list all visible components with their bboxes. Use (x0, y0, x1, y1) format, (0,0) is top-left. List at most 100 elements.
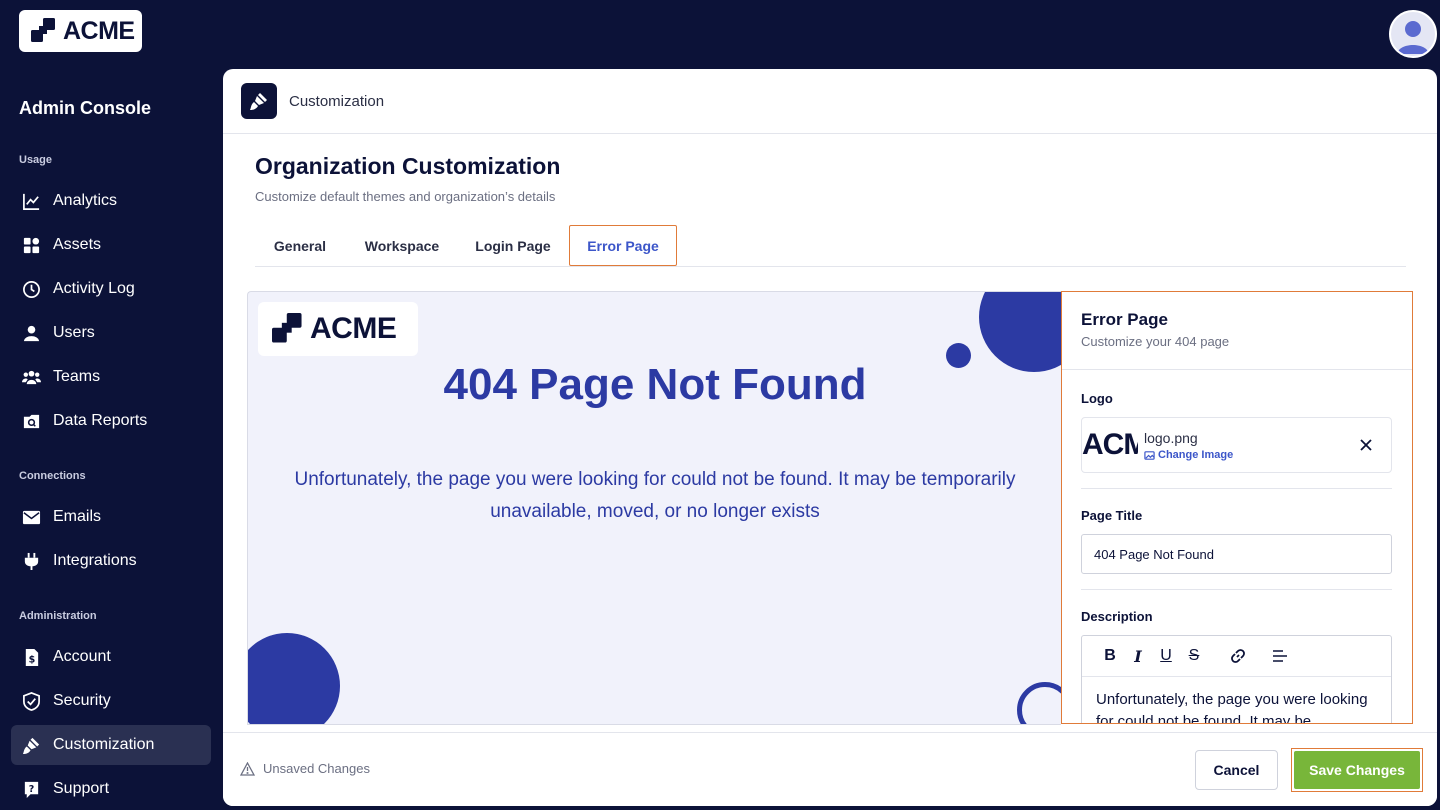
sidebar-item-users[interactable]: Users (11, 313, 211, 353)
bold-button[interactable]: B (1096, 642, 1124, 670)
remove-logo-button[interactable] (1355, 434, 1377, 456)
sidebar-item-analytics[interactable]: Analytics (11, 181, 211, 221)
tab-bar: General Workspace Login Page Error Page (255, 225, 1406, 267)
divider (1081, 589, 1392, 590)
team-icon (21, 367, 41, 387)
sidebar-item-label: Emails (53, 508, 102, 525)
header-title: Customization (289, 92, 385, 110)
brush-icon (21, 735, 41, 755)
svg-text:?: ? (28, 783, 34, 794)
brand-logo[interactable]: ACME (19, 10, 142, 52)
sidebar-item-account[interactable]: $ Account (11, 637, 211, 677)
error-page-settings: Error Page Customize your 404 page Logo … (1061, 291, 1413, 724)
align-left-icon (1273, 650, 1287, 662)
description-text: Unfortunately, the page you were looking… (1096, 691, 1368, 724)
mail-icon (21, 507, 41, 527)
sidebar-item-label: Users (53, 324, 95, 341)
page-title: Organization Customization (255, 153, 561, 179)
tab-workspace[interactable]: Workspace (353, 225, 451, 266)
settings-subtitle: Customize your 404 page (1081, 334, 1230, 349)
sidebar-item-security[interactable]: Security (11, 681, 211, 721)
sidebar-item-label: Support (53, 780, 110, 797)
cancel-button[interactable]: Cancel (1195, 750, 1278, 790)
page-title-label: Page Title (1081, 508, 1143, 523)
sidebar-item-activity-log[interactable]: Activity Log (11, 269, 211, 309)
logo-filename: logo.png (1144, 430, 1198, 446)
tab-login-page[interactable]: Login Page (461, 225, 565, 266)
save-changes-button[interactable]: Save Changes (1291, 748, 1423, 792)
strikethrough-button[interactable]: S (1180, 642, 1208, 670)
tab-error-page[interactable]: Error Page (569, 225, 677, 266)
unsaved-text: Unsaved Changes (263, 761, 370, 776)
acme-mark-icon (31, 18, 55, 42)
svg-text:$: $ (28, 654, 35, 665)
sidebar-item-label: Activity Log (53, 280, 135, 297)
tab-general[interactable]: General (255, 225, 345, 266)
italic-button[interactable]: I (1124, 642, 1152, 670)
logo-upload: ACME logo.png Change Image (1081, 417, 1392, 473)
logo-thumbnail: ACME (1082, 428, 1138, 461)
divider (1081, 488, 1392, 489)
history-icon (21, 279, 41, 299)
preview-title: 404 Page Not Found (443, 360, 867, 409)
preview-logo-text: ACME (310, 312, 397, 345)
grid-icon (21, 235, 41, 255)
logo-label: Logo (1081, 391, 1113, 406)
change-image-link[interactable]: Change Image (1144, 449, 1233, 461)
sidebar-item-emails[interactable]: Emails (11, 497, 211, 537)
page-subtitle: Customize default themes and organizatio… (255, 189, 556, 204)
save-changes-label: Save Changes (1294, 751, 1420, 789)
description-editor[interactable]: B I U S Unfortunately, the page you were… (1081, 635, 1392, 724)
preview-logo: ACME (258, 302, 418, 356)
sidebar-item-label: Customization (53, 736, 155, 753)
page-title-input[interactable] (1081, 534, 1392, 574)
shield-icon (21, 691, 41, 711)
brush-icon (241, 83, 277, 119)
sidebar-item-label: Teams (53, 368, 101, 385)
console-title: Admin Console (19, 98, 152, 118)
section-administration: Administration (19, 610, 97, 622)
sidebar-item-support[interactable]: ? Support (11, 769, 211, 809)
report-icon (21, 411, 41, 431)
sidebar-item-integrations[interactable]: Integrations (11, 541, 211, 581)
account-icon: $ (21, 647, 41, 667)
user-avatar[interactable] (1389, 10, 1437, 58)
main-header: Customization (223, 69, 1437, 134)
sidebar-item-label: Integrations (53, 552, 137, 569)
plug-icon (21, 551, 41, 571)
sidebar-item-label: Security (53, 692, 111, 709)
sidebar-item-label: Account (53, 648, 111, 665)
sidebar-item-customization[interactable]: Customization (11, 725, 211, 765)
change-image-label: Change Image (1158, 449, 1234, 461)
sidebar-item-label: Assets (53, 236, 102, 253)
link-icon (1231, 649, 1245, 663)
sidebar: Admin Console Usage Analytics Assets Act… (0, 90, 223, 810)
main-panel: Customization Organization Customization… (223, 69, 1437, 806)
user-avatar-icon (1397, 21, 1429, 54)
acme-mark-icon (272, 313, 302, 343)
decor-circle (248, 633, 340, 724)
footer-bar: Unsaved Changes Cancel Save Changes (223, 732, 1437, 806)
preview-description: Unfortunately, the page you were looking… (294, 469, 1016, 522)
chart-line-icon (21, 191, 41, 211)
editor-toolbar: B I U S (1082, 636, 1391, 677)
decor-ring (1017, 682, 1061, 724)
unsaved-indicator: Unsaved Changes (240, 761, 370, 776)
sidebar-item-data-reports[interactable]: Data Reports (11, 401, 211, 441)
error-page-preview: ACME 404 Page Not Found Unfortunately, t… (247, 291, 1061, 725)
settings-header: Error Page Customize your 404 page (1062, 292, 1412, 370)
brand-name: ACME (63, 16, 135, 45)
link-button[interactable] (1224, 642, 1252, 670)
user-icon (21, 323, 41, 343)
section-usage: Usage (19, 154, 53, 166)
sidebar-item-assets[interactable]: Assets (11, 225, 211, 265)
underline-button[interactable]: U (1152, 642, 1180, 670)
sidebar-item-label: Analytics (53, 192, 118, 209)
sidebar-item-label: Data Reports (53, 412, 148, 429)
warning-icon (240, 761, 255, 776)
description-label: Description (1081, 609, 1153, 624)
image-icon (1144, 450, 1155, 460)
align-button[interactable] (1266, 642, 1294, 670)
section-connections: Connections (19, 470, 86, 482)
sidebar-item-teams[interactable]: Teams (11, 357, 211, 397)
